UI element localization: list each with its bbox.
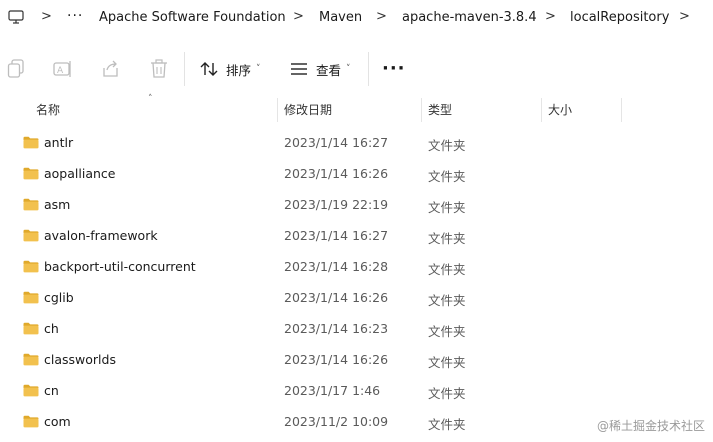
svg-text:A: A: [57, 66, 64, 76]
folder-icon: [23, 415, 39, 428]
breadcrumb-chevron-icon[interactable]: >: [679, 9, 690, 25]
column-header-name[interactable]: 名称: [36, 96, 60, 124]
view-list-icon: [291, 63, 307, 75]
file-name: ch: [44, 321, 59, 336]
delete-button[interactable]: [148, 58, 170, 80]
file-explorer-window: > ··· Apache Software Foundation > Maven…: [0, 0, 713, 442]
file-row[interactable]: backport-util-concurrent 2023/1/14 16:28 文…: [0, 252, 713, 283]
watermark: @稀土掘金技术社区: [596, 419, 705, 433]
trash-icon: [151, 59, 167, 78]
sort-icon: [200, 62, 218, 76]
folder-icon: [23, 322, 39, 335]
file-type: 文件夹: [428, 138, 466, 153]
folder-icon: [23, 136, 39, 149]
file-type: 文件夹: [428, 200, 466, 215]
toolbar-divider: [184, 52, 185, 86]
view-button[interactable]: 查看 ˅: [290, 58, 351, 80]
rename-icon: A: [53, 61, 71, 77]
folder-icon: [23, 260, 39, 273]
file-modified-date: 2023/1/14 16:23: [284, 321, 389, 336]
file-modified-date: 2023/1/19 22:19: [284, 197, 389, 212]
this-pc-icon[interactable]: [8, 10, 24, 24]
breadcrumb-item-localrepository[interactable]: localRepository: [570, 9, 669, 27]
file-modified-date: 2023/1/14 16:27: [284, 135, 389, 150]
file-name: cn: [44, 383, 59, 398]
sort-ascending-icon: ˄: [148, 94, 153, 104]
breadcrumb-chevron-icon[interactable]: >: [545, 9, 556, 25]
file-modified-date: 2023/1/14 16:28: [284, 259, 389, 274]
file-modified-date: 2023/1/14 16:27: [284, 228, 389, 243]
rename-button[interactable]: A: [52, 58, 74, 80]
folder-icon: [23, 384, 39, 397]
view-label: 查看: [316, 62, 342, 78]
file-row[interactable]: cn 2023/1/17 1:46 文件夹: [0, 376, 713, 407]
file-row[interactable]: asm 2023/1/19 22:19 文件夹: [0, 190, 713, 221]
column-resize-handle[interactable]: [277, 98, 278, 122]
file-row[interactable]: aopalliance 2023/1/14 16:26 文件夹: [0, 159, 713, 190]
breadcrumb-item-maven[interactable]: Maven: [319, 9, 362, 27]
chevron-down-icon: ˅: [256, 64, 261, 74]
file-type: 文件夹: [428, 324, 466, 339]
file-type: 文件夹: [428, 386, 466, 401]
toolbar-divider: [368, 52, 369, 86]
file-type: 文件夹: [428, 355, 466, 370]
file-type: 文件夹: [428, 417, 466, 432]
breadcrumb-item-apache-maven[interactable]: apache-maven-3.8.4: [402, 9, 537, 27]
more-options-button[interactable]: ···: [382, 56, 406, 80]
command-bar: A 排序 ˅ 查看 ˅ ···: [0, 44, 713, 94]
column-header-size[interactable]: 大小: [548, 96, 572, 124]
chevron-down-icon: ˅: [346, 64, 351, 74]
folder-icon: [23, 291, 39, 304]
breadcrumb-overflow-button[interactable]: ···: [67, 8, 83, 24]
breadcrumb-chevron-icon[interactable]: >: [293, 9, 304, 25]
file-type: 文件夹: [428, 262, 466, 277]
copy-button[interactable]: [6, 58, 26, 80]
file-modified-date: 2023/1/14 16:26: [284, 290, 389, 305]
folder-icon: [23, 167, 39, 180]
column-header-date[interactable]: 修改日期: [284, 96, 332, 124]
folder-icon: [23, 353, 39, 366]
file-name: classworlds: [44, 352, 116, 367]
file-name: com: [44, 414, 71, 429]
file-name: aopalliance: [44, 166, 116, 181]
file-row[interactable]: avalon-framework 2023/1/14 16:27 文件夹: [0, 221, 713, 252]
breadcrumb-chevron-icon[interactable]: >: [41, 9, 52, 25]
file-modified-date: 2023/1/14 16:26: [284, 166, 389, 181]
file-row[interactable]: classworlds 2023/1/14 16:26 文件夹: [0, 345, 713, 376]
column-header-type[interactable]: 类型: [428, 96, 452, 124]
file-modified-date: 2023/11/2 10:09: [284, 414, 389, 429]
column-resize-handle[interactable]: [421, 98, 422, 122]
folder-icon: [23, 198, 39, 211]
sort-label: 排序: [226, 62, 252, 78]
sort-button[interactable]: 排序 ˅: [200, 58, 261, 80]
folder-icon: [23, 229, 39, 242]
file-type: 文件夹: [428, 231, 466, 246]
file-name: cglib: [44, 290, 74, 305]
share-button[interactable]: [100, 58, 122, 80]
copy-icon: [7, 59, 24, 78]
address-bar: > ··· Apache Software Foundation > Maven…: [0, 0, 713, 36]
column-resize-handle[interactable]: [621, 98, 622, 122]
file-name: asm: [44, 197, 71, 212]
column-header: ˄ 名称 修改日期 类型 大小: [0, 94, 713, 124]
file-name: antlr: [44, 135, 74, 150]
file-row[interactable]: antlr 2023/1/14 16:27 文件夹: [0, 128, 713, 159]
breadcrumb-item-apache[interactable]: Apache Software Foundation: [99, 9, 286, 27]
breadcrumb-chevron-icon[interactable]: >: [376, 9, 387, 25]
file-row[interactable]: cglib 2023/1/14 16:26 文件夹: [0, 283, 713, 314]
file-type: 文件夹: [428, 169, 466, 184]
column-resize-handle[interactable]: [541, 98, 542, 122]
file-name: avalon-framework: [44, 228, 158, 243]
file-modified-date: 2023/1/17 1:46: [284, 383, 381, 398]
file-modified-date: 2023/1/14 16:26: [284, 352, 389, 367]
share-icon: [103, 60, 118, 77]
file-name: backport-util-concurrent: [44, 259, 196, 274]
file-type: 文件夹: [428, 293, 466, 308]
file-row[interactable]: ch 2023/1/14 16:23 文件夹: [0, 314, 713, 345]
